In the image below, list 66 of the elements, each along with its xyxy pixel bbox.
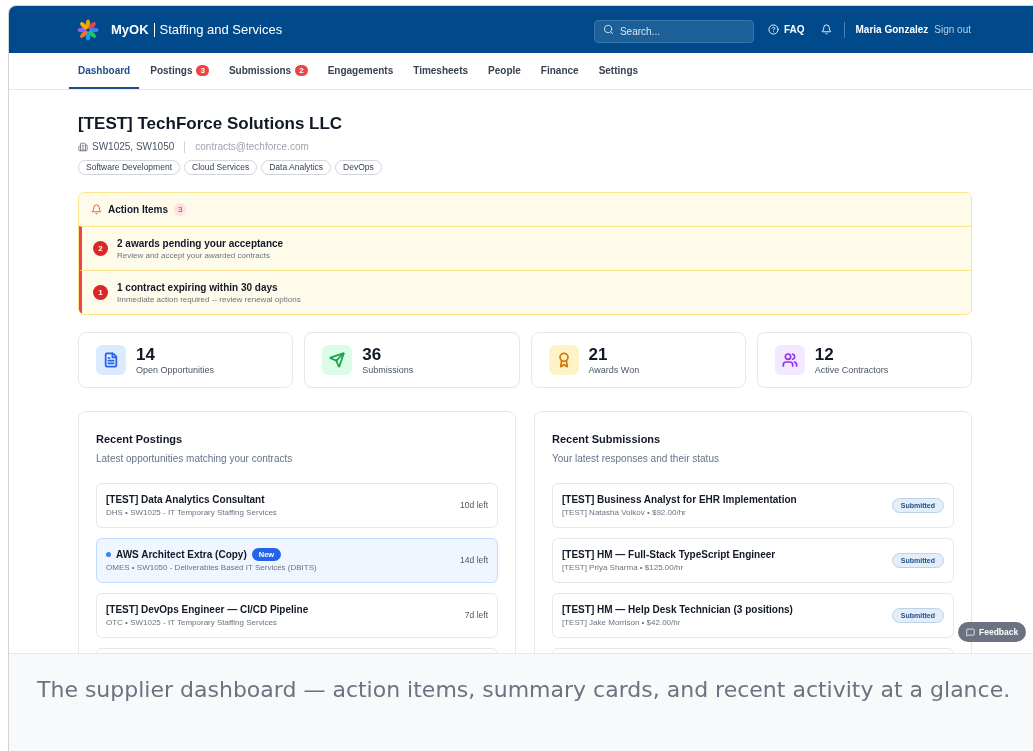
building-icon bbox=[78, 141, 88, 152]
search-field[interactable]: Search... bbox=[593, 20, 754, 43]
nav-tab[interactable]: People bbox=[479, 53, 530, 89]
submission-title: [TEST] HM — Help Desk Technician (3 positions) bbox=[562, 602, 794, 617]
panel-subtitle: Latest opportunities matching your contracts bbox=[96, 452, 294, 465]
submission-title: [TEST] HM — Full-Stack TypeScript Engineer bbox=[562, 547, 777, 562]
action-title: 2 awards pending your acceptance bbox=[117, 236, 284, 250]
posting-title: [TEST] Data Analytics Consultant bbox=[106, 492, 265, 507]
posting-meta: OMES • SW1050 - Deliverables Based IT Services (DBITS) bbox=[106, 561, 318, 574]
stat-label: Open Opportunities bbox=[136, 363, 215, 376]
time-left: 10d left bbox=[460, 499, 488, 512]
submission-meta: [TEST] Priya Sharma • $125.00/hr bbox=[562, 561, 685, 574]
bell-icon[interactable] bbox=[821, 24, 833, 35]
posting-item[interactable]: [TEST] DevOps Engineer — CI/CD Pipeline OTC • SW1025 - IT Temporary Staffing Services 7d left bbox=[96, 593, 498, 638]
faq-link[interactable]: FAQ bbox=[767, 22, 805, 37]
stat-label: Active Contractors bbox=[814, 363, 889, 376]
stat-value: 14 bbox=[136, 344, 156, 364]
posting-item[interactable]: [TEST] Data Analytics Consultant DHS • SW1025 - IT Temporary Staffing Services 10d left bbox=[96, 483, 498, 528]
action-detail: Review and accept your awarded contracts bbox=[117, 249, 271, 261]
submission-title: [TEST] Business Analyst for EHR Implementation bbox=[562, 492, 798, 507]
action-items-title: Action Items bbox=[108, 203, 168, 217]
count-badge: 3 bbox=[174, 203, 187, 216]
posting-title: [TEST] DevOps Engineer — CI/CD Pipeline bbox=[106, 602, 309, 617]
stat-label: Submissions bbox=[362, 363, 414, 376]
posting-meta: OTC • SW1025 - IT Temporary Staffing Services bbox=[106, 616, 278, 629]
search-icon bbox=[602, 24, 614, 35]
nav-tab[interactable]: Dashboard bbox=[69, 53, 140, 89]
brand-name[interactable]: MyOK bbox=[111, 19, 149, 40]
contract-numbers: SW1025, SW1050 bbox=[92, 140, 175, 154]
nav-tab[interactable]: Timesheets bbox=[404, 53, 478, 89]
company-name: [TEST] TechForce Solutions LLC bbox=[78, 114, 344, 134]
nav-tab[interactable]: Engagements bbox=[318, 53, 403, 89]
caption: The supplier dashboard — action items, summary cards, and recent activity at a glance. bbox=[37, 676, 1012, 704]
nav-tab[interactable]: Postings 3 bbox=[141, 53, 218, 89]
submission-meta: [TEST] Jake Morrison • $42.00/hr bbox=[562, 616, 682, 629]
count-badge: 1 bbox=[93, 285, 108, 300]
time-left: 7d left bbox=[464, 609, 488, 622]
logo-icon bbox=[77, 18, 99, 41]
stat-value: 36 bbox=[362, 344, 383, 364]
stat-value: 21 bbox=[588, 344, 609, 364]
nav-tab[interactable]: Finance bbox=[531, 53, 588, 89]
sign-out-link[interactable]: Sign out bbox=[934, 22, 971, 37]
user-name[interactable]: Maria Gonzalez bbox=[855, 22, 929, 37]
action-item[interactable]: 1 1 contract expiring within 30 days Immediate action required -- review renewal options bbox=[79, 270, 971, 314]
count-badge: 2 bbox=[295, 64, 308, 76]
time-left: 14d left bbox=[460, 554, 488, 567]
bell-icon bbox=[91, 204, 102, 215]
count-badge: 2 bbox=[93, 241, 108, 256]
feedback-button[interactable]: Feedback bbox=[958, 622, 1027, 642]
posting-meta: DHS • SW1025 - IT Temporary Staffing Services bbox=[106, 506, 278, 519]
stat-label: Awards Won bbox=[588, 363, 640, 376]
chat-icon bbox=[966, 627, 975, 637]
posting-title: AWS Architect Extra (Copy) bbox=[116, 547, 247, 562]
stat-value: 12 bbox=[814, 344, 835, 364]
count-badge: 3 bbox=[196, 64, 209, 76]
nav-tab[interactable]: Settings bbox=[589, 53, 648, 89]
help-icon bbox=[767, 24, 779, 35]
action-item[interactable]: 2 2 awards pending your acceptance Review and accept your awarded contracts bbox=[79, 226, 971, 270]
panel-title: Recent Postings bbox=[96, 432, 184, 446]
panel-title: Recent Submissions bbox=[552, 432, 662, 446]
nav-tab[interactable]: Submissions 2 bbox=[219, 53, 317, 89]
panel-subtitle: Your latest responses and their status bbox=[552, 452, 720, 465]
action-title: 1 contract expiring within 30 days bbox=[117, 280, 279, 294]
submission-meta: [TEST] Natasha Volkov • $92.00/hr bbox=[562, 506, 687, 519]
app-name: Staffing and Services bbox=[159, 20, 283, 39]
action-detail: Immediate action required -- review renewal options bbox=[117, 293, 301, 305]
